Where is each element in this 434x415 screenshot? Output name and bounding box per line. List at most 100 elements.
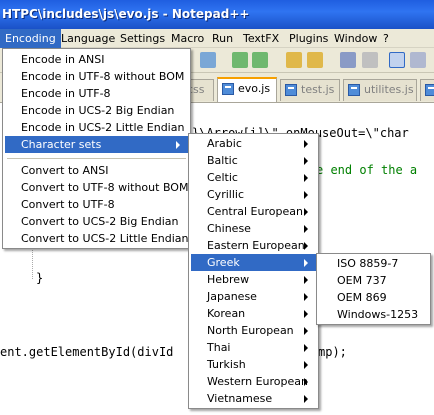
convert-utf8-item[interactable]: Convert to UTF-8 bbox=[5, 196, 188, 213]
encode-ansi-item[interactable]: Encode in ANSI bbox=[5, 51, 188, 68]
submenu-arrow-icon bbox=[304, 327, 308, 335]
submenu-arrow-icon bbox=[304, 174, 308, 182]
charset-cyrillic-item[interactable]: Cyrillic bbox=[191, 186, 316, 203]
menu-macro[interactable]: Macro bbox=[166, 29, 209, 48]
convert-ucs2-le-item[interactable]: Convert to UCS-2 Little Endian bbox=[5, 230, 189, 247]
file-icon bbox=[222, 83, 234, 95]
show-all-chars-icon[interactable] bbox=[362, 52, 378, 68]
tab-gl[interactable]: gl bbox=[420, 79, 434, 101]
tab-test-js[interactable]: test.js bbox=[280, 79, 340, 101]
menu-textfx[interactable]: TextFX bbox=[238, 29, 284, 48]
user-lang-icon[interactable] bbox=[410, 52, 426, 68]
item-label: Vietnamese bbox=[207, 392, 273, 405]
charset-thai-item[interactable]: Thai bbox=[191, 339, 316, 356]
item-label: Western European bbox=[207, 375, 309, 388]
zoom-out-icon[interactable] bbox=[252, 52, 268, 68]
greek-iso-8859-7-item[interactable]: ISO 8859-7 bbox=[319, 255, 428, 272]
charset-central-european-item[interactable]: Central European bbox=[191, 203, 316, 220]
encode-ucs2-be-item[interactable]: Encode in UCS-2 Big Endian bbox=[5, 102, 188, 119]
item-label: Convert to UTF-8 without BOM bbox=[21, 181, 189, 194]
greek-oem-869-item[interactable]: OEM 869 bbox=[319, 289, 428, 306]
submenu-arrow-icon bbox=[304, 361, 308, 369]
charset-arabic-item[interactable]: Arabic bbox=[191, 135, 316, 152]
submenu-arrow-icon bbox=[304, 157, 308, 165]
sync-vertical-icon[interactable] bbox=[286, 52, 302, 68]
menu-help[interactable]: ? bbox=[378, 29, 394, 48]
find-replace-icon[interactable] bbox=[200, 52, 216, 68]
tab-evo-js[interactable]: evo.js bbox=[217, 77, 277, 102]
title-bar: HTPC\includes\js\evo.js - Notepad++ bbox=[0, 0, 434, 29]
menu-run[interactable]: Run bbox=[207, 29, 238, 48]
charset-western-european-item[interactable]: Western European bbox=[191, 373, 316, 390]
greek-windows-1253-item[interactable]: Windows-1253 bbox=[319, 306, 428, 323]
item-label: Thai bbox=[207, 341, 231, 354]
item-label: Windows-1253 bbox=[337, 308, 419, 321]
submenu-arrow-icon bbox=[304, 293, 308, 301]
charset-greek-item[interactable]: Greek bbox=[191, 254, 316, 271]
item-label: ISO 8859-7 bbox=[337, 257, 399, 270]
code-line-tail: mp); bbox=[318, 345, 347, 359]
item-label: North European bbox=[207, 324, 294, 337]
charset-japanese-item[interactable]: Japanese bbox=[191, 288, 316, 305]
item-label: Turkish bbox=[207, 358, 246, 371]
menu-encoding[interactable]: Encoding bbox=[0, 29, 61, 48]
wrap-icon[interactable] bbox=[340, 52, 356, 68]
zoom-in-icon[interactable] bbox=[232, 52, 248, 68]
character-sets-menu: Arabic Baltic Celtic Cyrillic Central Eu… bbox=[188, 133, 319, 409]
item-label: Baltic bbox=[207, 154, 238, 167]
encode-utf8-nobom-item[interactable]: Encode in UTF-8 without BOM bbox=[5, 68, 188, 85]
sync-horizontal-icon[interactable] bbox=[307, 52, 323, 68]
convert-utf8-nobom-item[interactable]: Convert to UTF-8 without BOM bbox=[5, 179, 188, 196]
submenu-arrow-icon bbox=[304, 242, 308, 250]
item-label: OEM 869 bbox=[337, 291, 387, 304]
item-label: Central European bbox=[207, 205, 303, 218]
charset-celtic-item[interactable]: Celtic bbox=[191, 169, 316, 186]
charset-turkish-item[interactable]: Turkish bbox=[191, 356, 316, 373]
item-label: Hebrew bbox=[207, 273, 250, 286]
encode-ucs2-le-item[interactable]: Encode in UCS-2 Little Endian bbox=[5, 119, 188, 136]
item-label: Arabic bbox=[207, 137, 242, 150]
submenu-arrow-icon bbox=[304, 225, 308, 233]
charset-eastern-european-item[interactable]: Eastern European bbox=[191, 237, 316, 254]
submenu-arrow-icon bbox=[304, 208, 308, 216]
charset-vietnamese-item[interactable]: Vietnamese bbox=[191, 390, 316, 407]
item-label: Korean bbox=[207, 307, 246, 320]
tab-label: evo.js bbox=[238, 82, 271, 95]
charset-chinese-item[interactable]: Chinese bbox=[191, 220, 316, 237]
charset-baltic-item[interactable]: Baltic bbox=[191, 152, 316, 169]
convert-ansi-item[interactable]: Convert to ANSI bbox=[5, 162, 188, 179]
menu-window[interactable]: Window bbox=[329, 29, 382, 48]
indent-guide-icon[interactable] bbox=[389, 52, 405, 68]
submenu-arrow-icon bbox=[304, 344, 308, 352]
submenu-arrow-icon bbox=[176, 141, 180, 149]
item-label: Encode in UCS-2 Big Endian bbox=[21, 104, 175, 117]
item-label: Encode in UCS-2 Little Endian bbox=[21, 121, 185, 134]
submenu-arrow-icon bbox=[304, 259, 308, 267]
charset-north-european-item[interactable]: North European bbox=[191, 322, 316, 339]
window-title: HTPC\includes\js\evo.js - Notepad++ bbox=[2, 7, 250, 21]
code-line-getelement: ent.getElementById(divId bbox=[0, 345, 174, 359]
code-line-brace: } bbox=[36, 271, 44, 285]
character-sets-item[interactable]: Character sets bbox=[5, 136, 188, 153]
item-label: Celtic bbox=[207, 171, 238, 184]
tab-label: test.js bbox=[301, 83, 335, 96]
encoding-menu: Encode in ANSI Encode in UTF-8 without B… bbox=[2, 48, 191, 249]
tab-label: utilites.js bbox=[364, 83, 414, 96]
encode-utf8-item[interactable]: Encode in UTF-8 bbox=[5, 85, 188, 102]
code-line-comment: e end of the a bbox=[316, 163, 418, 177]
tab-utilites-js[interactable]: utilites.js bbox=[343, 79, 417, 101]
item-label: Eastern European bbox=[207, 239, 305, 252]
submenu-arrow-icon bbox=[304, 395, 308, 403]
item-label: Encode in UTF-8 without BOM bbox=[21, 70, 185, 83]
menu-settings[interactable]: Settings bbox=[115, 29, 170, 48]
greek-oem-737-item[interactable]: OEM 737 bbox=[319, 272, 428, 289]
submenu-arrow-icon bbox=[304, 191, 308, 199]
menu-separator bbox=[7, 158, 186, 159]
menu-language[interactable]: Language bbox=[56, 29, 120, 48]
item-label: Convert to UCS-2 Big Endian bbox=[21, 215, 179, 228]
charset-hebrew-item[interactable]: Hebrew bbox=[191, 271, 316, 288]
convert-ucs2-be-item[interactable]: Convert to UCS-2 Big Endian bbox=[5, 213, 188, 230]
charset-korean-item[interactable]: Korean bbox=[191, 305, 316, 322]
file-icon bbox=[348, 84, 360, 96]
menu-plugins[interactable]: Plugins bbox=[284, 29, 333, 48]
